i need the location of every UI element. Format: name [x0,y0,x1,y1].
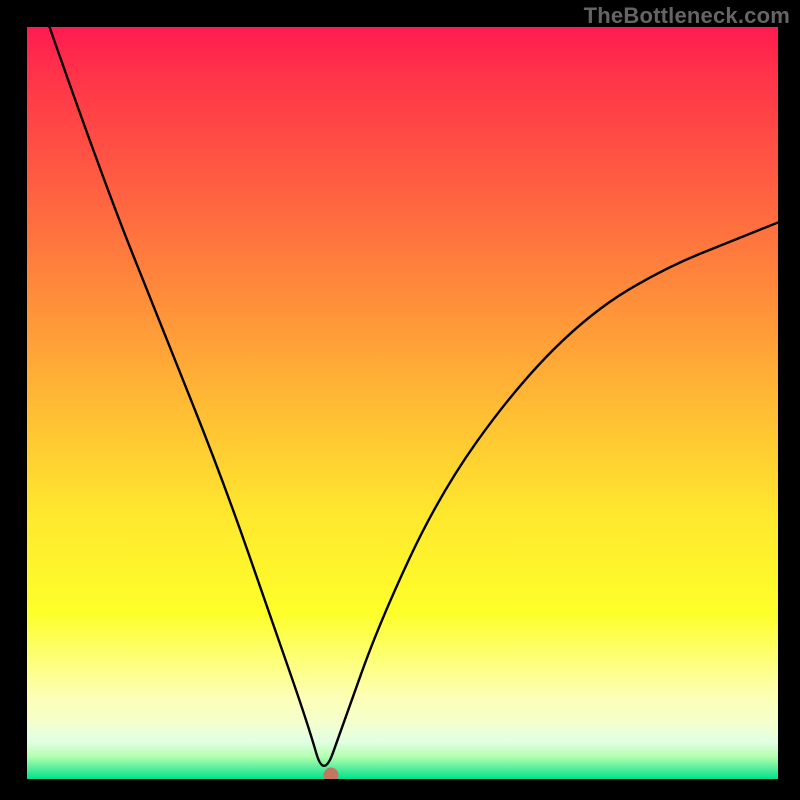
bottleneck-curve [27,27,778,779]
optimal-point-marker [324,768,339,779]
plot-area [27,27,778,779]
watermark-text: TheBottleneck.com [584,3,790,29]
chart-frame: TheBottleneck.com [0,0,800,800]
